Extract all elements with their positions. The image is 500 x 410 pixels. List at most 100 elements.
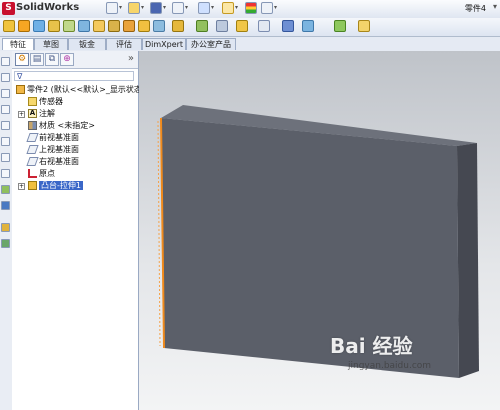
view-palette-icon[interactable] bbox=[1, 121, 10, 130]
tree-item-label: 凸台-拉伸1 bbox=[39, 181, 83, 190]
feature-toolbar: ▾ ▾ ▾ ▾ bbox=[0, 18, 500, 47]
draft-icon[interactable] bbox=[153, 20, 165, 32]
title-bar: S SolidWorks ▾ ▾ ▾ ▾ ▾ ▾ ▾ 零件4 ▾ bbox=[0, 0, 500, 19]
feature-tree-tab-icon[interactable]: ⚙ bbox=[15, 53, 29, 66]
tree-item-material[interactable]: 材质 <未指定> bbox=[28, 120, 95, 131]
search-icon[interactable] bbox=[1, 105, 10, 114]
simulation-icon[interactable] bbox=[1, 185, 10, 194]
toolbox-icon[interactable] bbox=[1, 169, 10, 178]
tree-item-label: 零件2 (默认<<默认>_显示状态 bbox=[27, 85, 142, 94]
tree-item-part[interactable]: 零件2 (默认<<默认>_显示状态 bbox=[16, 84, 142, 95]
swept-boss-icon[interactable] bbox=[33, 20, 45, 32]
origin-icon bbox=[28, 169, 37, 178]
document-title: 零件4 bbox=[464, 4, 486, 13]
lofted-boss-icon[interactable] bbox=[48, 20, 60, 32]
resources-icon[interactable] bbox=[1, 57, 10, 66]
tree-item-origin[interactable]: 原点 bbox=[28, 168, 55, 179]
print-icon[interactable] bbox=[172, 2, 184, 14]
smart-dimension-icon[interactable] bbox=[334, 20, 346, 32]
tree-item-label: 右视基准面 bbox=[39, 157, 79, 166]
rib-icon[interactable] bbox=[123, 20, 135, 32]
rapid-sketch-icon[interactable] bbox=[358, 20, 370, 32]
chevron-down-icon[interactable]: ▾ bbox=[163, 4, 166, 11]
chevron-down-icon[interactable]: ▾ bbox=[235, 4, 238, 11]
dimxpert-manager-tab-icon[interactable]: ⊕ bbox=[60, 53, 74, 66]
chevron-down-icon[interactable]: ▾ bbox=[141, 4, 144, 11]
tree-item-label: 前视基准面 bbox=[39, 133, 79, 142]
mirror-icon[interactable] bbox=[216, 20, 228, 32]
select-pointer-icon[interactable] bbox=[222, 2, 234, 14]
tab-evaluate[interactable]: 评估 bbox=[106, 38, 142, 50]
fillet-icon[interactable] bbox=[93, 20, 105, 32]
baidu-watermark: Bai 经验 jingyan.baidu.com bbox=[330, 330, 490, 380]
undo-icon[interactable] bbox=[198, 2, 210, 14]
feature-manager-tabs: ⚙ ▤ ⧉ ⊕ » bbox=[12, 51, 138, 69]
chevron-down-icon[interactable]: ▾ bbox=[185, 4, 188, 11]
property-manager-tab-icon[interactable]: ▤ bbox=[30, 53, 44, 66]
configuration-manager-tab-icon[interactable]: ⧉ bbox=[45, 53, 59, 66]
extruded-cut-icon[interactable] bbox=[63, 20, 75, 32]
chamfer-icon[interactable] bbox=[108, 20, 120, 32]
command-manager-tabs: 特征 草图 钣金 评估 DimXpert 办公室产品 bbox=[0, 37, 500, 86]
extrude-icon bbox=[28, 181, 37, 190]
tree-item-annotations[interactable]: A 注解 bbox=[28, 108, 55, 119]
traffic-light-rebuild-icon[interactable] bbox=[245, 2, 257, 14]
expand-annotations-icon[interactable]: + bbox=[18, 111, 25, 118]
edge-highlight-trace bbox=[157, 120, 161, 347]
watermark-brand: Bai 经验 bbox=[330, 334, 413, 358]
tab-sheet-metal[interactable]: 钣金 bbox=[68, 38, 106, 50]
hole-wizard-icon[interactable] bbox=[172, 20, 184, 32]
material-icon bbox=[28, 121, 37, 130]
save-icon[interactable] bbox=[150, 2, 162, 14]
solidworks-logo-icon[interactable]: S bbox=[2, 2, 15, 15]
reference-geometry-icon[interactable] bbox=[236, 20, 248, 32]
sketch-icon[interactable] bbox=[302, 20, 314, 32]
tree-item-label: 传感器 bbox=[39, 97, 63, 106]
tree-filter-input[interactable]: ∇ bbox=[14, 71, 134, 81]
file-explorer-icon[interactable] bbox=[1, 89, 10, 98]
chevron-down-icon[interactable]: ▾ bbox=[211, 4, 214, 11]
tree-item-label: 上视基准面 bbox=[39, 145, 79, 154]
new-document-icon[interactable] bbox=[106, 2, 118, 14]
tools-icon[interactable] bbox=[1, 223, 10, 232]
filter-icon: ∇ bbox=[17, 72, 23, 81]
extruded-boss-icon[interactable] bbox=[3, 20, 15, 32]
design-library-icon[interactable] bbox=[1, 73, 10, 82]
revolved-boss-icon[interactable] bbox=[18, 20, 30, 32]
tab-features[interactable]: 特征 bbox=[2, 38, 34, 50]
tab-sketch[interactable]: 草图 bbox=[34, 38, 68, 50]
tree-item-top-plane[interactable]: 上视基准面 bbox=[26, 144, 79, 155]
shell-icon[interactable] bbox=[138, 20, 150, 32]
tree-item-label: 材质 <未指定> bbox=[39, 121, 95, 130]
annotation-icon: A bbox=[28, 109, 37, 118]
collapse-panel-icon[interactable]: » bbox=[128, 53, 134, 64]
network-icon[interactable] bbox=[1, 201, 10, 210]
tree-item-sensors[interactable]: 传感器 bbox=[28, 96, 63, 107]
expand-extrude-icon[interactable]: + bbox=[18, 183, 25, 190]
open-folder-icon[interactable] bbox=[128, 2, 140, 14]
tree-item-front-plane[interactable]: 前视基准面 bbox=[26, 132, 79, 143]
sensor-icon bbox=[28, 97, 37, 106]
tab-office-products[interactable]: 办公室产品 bbox=[186, 38, 236, 50]
curves-icon[interactable] bbox=[258, 20, 270, 32]
app-name: SolidWorks bbox=[16, 2, 80, 13]
plane-icon bbox=[26, 145, 39, 154]
custom-properties-icon[interactable] bbox=[1, 153, 10, 162]
options-icon[interactable] bbox=[261, 2, 273, 14]
part-icon bbox=[16, 85, 25, 94]
plane-icon bbox=[26, 157, 39, 166]
tree-item-label: 原点 bbox=[39, 169, 55, 178]
chevron-down-icon[interactable]: ▾ bbox=[493, 2, 497, 11]
chevron-down-icon[interactable]: ▾ bbox=[274, 4, 277, 11]
tree-item-boss-extrude[interactable]: 凸台-拉伸1 bbox=[28, 180, 83, 191]
appearances-icon[interactable] bbox=[1, 137, 10, 146]
instant3d-icon[interactable] bbox=[282, 20, 294, 32]
revolved-cut-icon[interactable] bbox=[78, 20, 90, 32]
feature-manager-panel: ⚙ ▤ ⧉ ⊕ » ∇ 零件2 (默认<<默认>_显示状态 传感器 + A 注解 … bbox=[12, 51, 142, 410]
watermark-url: jingyan.baidu.com bbox=[348, 361, 432, 371]
add-ins-icon[interactable] bbox=[1, 239, 10, 248]
tree-item-right-plane[interactable]: 右视基准面 bbox=[26, 156, 79, 167]
chevron-down-icon[interactable]: ▾ bbox=[119, 4, 122, 11]
tab-dimxpert[interactable]: DimXpert bbox=[142, 38, 186, 50]
linear-pattern-icon[interactable] bbox=[196, 20, 208, 32]
